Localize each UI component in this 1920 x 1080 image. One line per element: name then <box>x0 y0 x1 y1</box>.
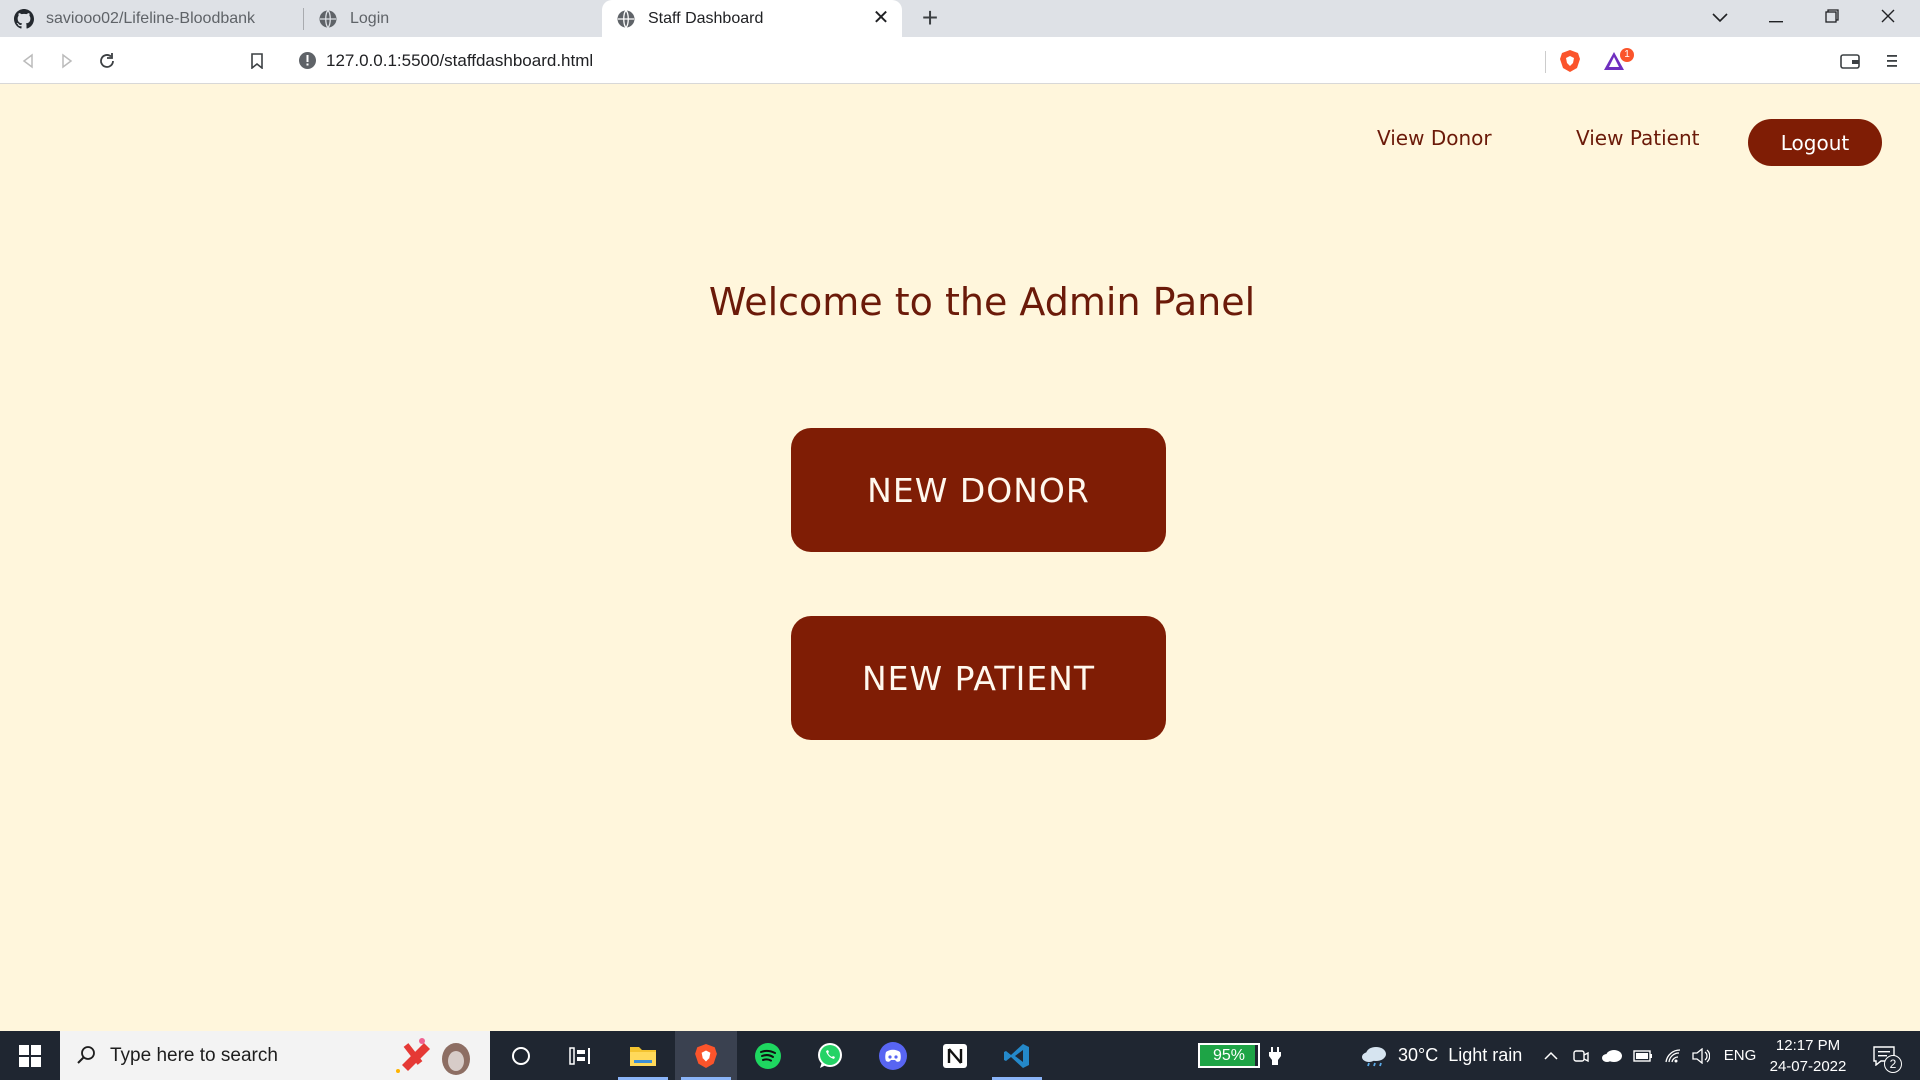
nav-view-donor-link[interactable]: View Donor <box>1377 126 1492 150</box>
tab-login[interactable]: Login <box>304 0 602 37</box>
notification-count-badge: 2 <box>1884 1055 1902 1073</box>
new-donor-button[interactable]: NEW DONOR <box>791 428 1166 552</box>
clock-date: 24-07-2022 <box>1769 1058 1847 1075</box>
forward-arrow-icon <box>62 53 73 68</box>
search-icon <box>77 1046 95 1064</box>
brave-browser-icon <box>695 1043 717 1068</box>
rewards-badge: 1 <box>1620 48 1634 62</box>
wallet-button[interactable] <box>1832 37 1868 84</box>
cloud-rain-icon <box>1362 1046 1386 1066</box>
address-bar[interactable]: 127.0.0.1:5500/staffdashboard.html <box>286 43 1636 78</box>
cortana-circle-icon <box>512 1046 530 1065</box>
discord-icon <box>879 1041 907 1070</box>
weather-widget[interactable]: 30°C Light rain <box>1360 1031 1522 1080</box>
spotify-app[interactable] <box>737 1031 799 1080</box>
wallet-icon <box>1840 53 1860 69</box>
page-title: Welcome to the Admin Panel <box>708 280 1256 324</box>
reload-button[interactable] <box>89 37 125 84</box>
windows-logo-icon <box>19 1044 41 1067</box>
tab-staff-dashboard[interactable]: Staff Dashboard ✕ <box>602 0 902 37</box>
discord-app[interactable] <box>862 1031 924 1080</box>
browser-toolbar: 127.0.0.1:5500/staffdashboard.html 1 <box>0 37 1920 84</box>
battery-tray-icon[interactable] <box>1629 1031 1657 1080</box>
staff-dashboard-page: View Donor View Patient Logout Welcome t… <box>0 84 1920 1031</box>
bookmark-button[interactable] <box>239 37 275 84</box>
search-placeholder: Type here to search <box>110 1044 278 1066</box>
volume-icon[interactable] <box>1688 1031 1714 1080</box>
battery-percent: 95% <box>1212 1047 1246 1064</box>
new-patient-button[interactable]: NEW PATIENT <box>791 616 1166 740</box>
minimize-button[interactable] <box>1748 0 1804 37</box>
tab-title: Staff Dashboard <box>648 9 764 27</box>
taskbar-search-box[interactable]: Type here to search <box>60 1031 490 1080</box>
whatsapp-app[interactable] <box>799 1031 861 1080</box>
back-arrow-icon <box>22 53 33 68</box>
github-icon <box>14 8 34 29</box>
task-view-button[interactable] <box>549 1031 611 1080</box>
hamburger-menu-icon <box>1887 54 1897 67</box>
notion-app[interactable] <box>924 1031 986 1080</box>
close-icon[interactable]: ✕ <box>870 7 892 29</box>
brave-browser-app[interactable] <box>675 1031 737 1080</box>
weather-text: 30°C Light rain <box>1398 1045 1523 1065</box>
browser-tab-bar: saviooo02/Lifeline-Bloodbank Login Staff… <box>0 0 1920 37</box>
onedrive-cloud-icon[interactable] <box>1598 1031 1626 1080</box>
back-button[interactable] <box>10 37 46 84</box>
brave-lion-icon <box>1560 49 1580 72</box>
notion-icon <box>943 1043 967 1068</box>
file-explorer-folder-icon <box>630 1046 656 1066</box>
restore-button[interactable] <box>1804 0 1860 37</box>
cortana-button[interactable] <box>490 1031 552 1080</box>
vscode-app[interactable] <box>986 1031 1048 1080</box>
notification-center-button[interactable]: 2 <box>1862 1031 1906 1080</box>
globe-icon <box>617 9 635 28</box>
whatsapp-icon <box>818 1042 842 1068</box>
start-button[interactable] <box>0 1031 60 1080</box>
task-view-icon <box>569 1046 590 1065</box>
bookmark-icon <box>251 52 263 69</box>
tab-title: saviooo02/Lifeline-Bloodbank <box>46 9 256 27</box>
show-hidden-icons-chevron-icon[interactable] <box>1538 1031 1564 1080</box>
logout-button[interactable]: Logout <box>1748 119 1882 166</box>
new-tab-button[interactable]: + <box>915 3 945 33</box>
toolbar-divider <box>1545 51 1546 73</box>
menu-button[interactable] <box>1874 37 1910 84</box>
url-text: 127.0.0.1:5500/staffdashboard.html <box>326 50 594 70</box>
globe-icon <box>319 9 337 28</box>
reload-icon <box>100 52 114 68</box>
site-info-icon[interactable] <box>298 51 317 70</box>
windows-taskbar: Type here to search 95% 30°C Light rain <box>0 1031 1920 1080</box>
forward-button[interactable] <box>49 37 85 84</box>
wifi-icon[interactable] <box>1660 1031 1686 1080</box>
battery-indicator[interactable]: 95% <box>1198 1043 1260 1068</box>
search-highlight-illustration-icon <box>396 1038 470 1075</box>
tab-search-chevron-icon[interactable] <box>1692 0 1748 37</box>
charging-plug-icon <box>1262 1031 1288 1080</box>
system-clock[interactable]: 12:17 PM 24-07-2022 <box>1766 1035 1850 1077</box>
brave-rewards-button[interactable]: 1 <box>1596 37 1636 84</box>
clock-time: 12:17 PM <box>1775 1037 1841 1054</box>
close-window-button[interactable] <box>1860 0 1916 37</box>
vscode-icon <box>1004 1043 1029 1068</box>
language-indicator[interactable]: ENG <box>1718 1031 1762 1080</box>
tab-title: Login <box>350 9 390 27</box>
tab-github[interactable]: saviooo02/Lifeline-Bloodbank <box>0 0 304 37</box>
brave-shields-button[interactable] <box>1552 37 1588 84</box>
nav-view-patient-link[interactable]: View Patient <box>1576 126 1699 150</box>
spotify-icon <box>755 1042 781 1069</box>
file-explorer-app[interactable] <box>612 1031 674 1080</box>
meet-now-icon[interactable] <box>1568 1031 1594 1080</box>
